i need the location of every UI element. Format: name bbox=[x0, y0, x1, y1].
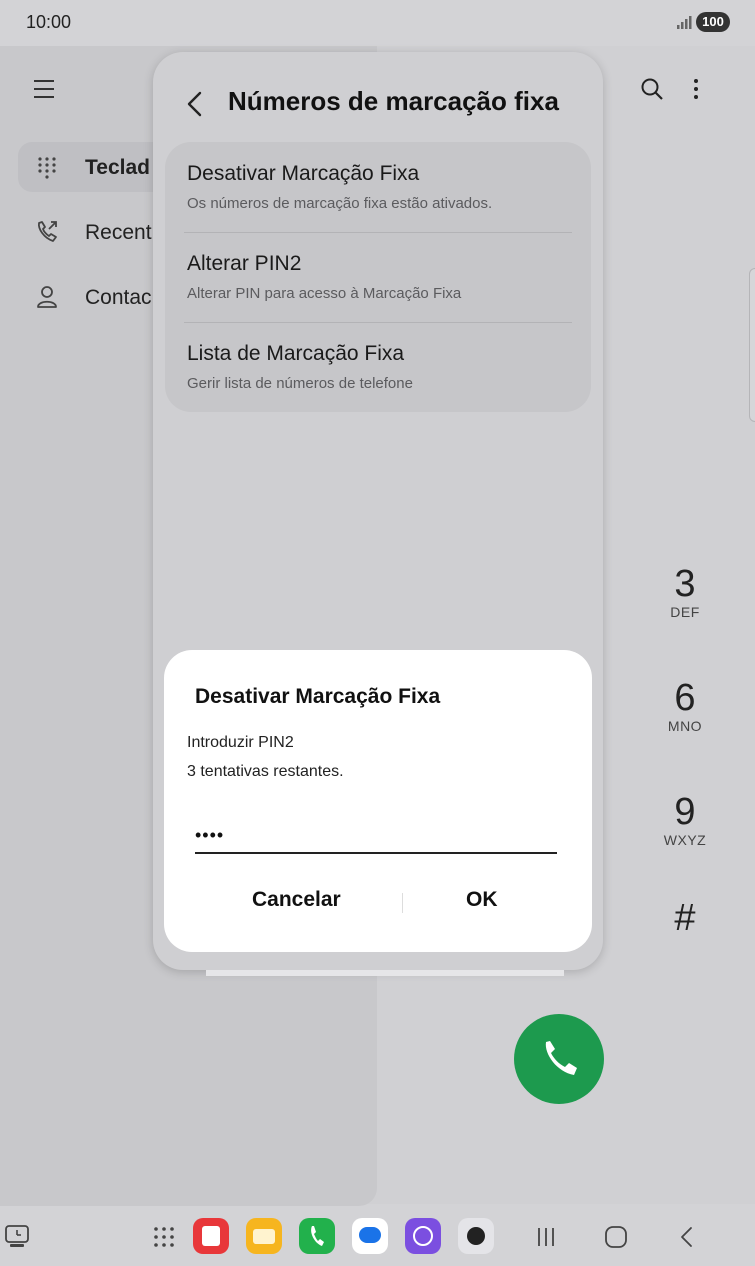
battery-icon: 100 bbox=[696, 12, 730, 32]
setting-title: Lista de Marcação Fixa bbox=[187, 342, 405, 365]
call-button[interactable] bbox=[514, 1014, 604, 1104]
camera-app-icon[interactable] bbox=[458, 1218, 494, 1254]
nav-item-label: Teclad bbox=[85, 156, 150, 179]
key-letters: MNO bbox=[667, 718, 703, 734]
setting-subtitle: Alterar PIN para acesso à Marcação Fixa bbox=[187, 285, 462, 302]
ok-button[interactable]: OK bbox=[466, 888, 498, 912]
key-digit: 6 bbox=[674, 677, 696, 719]
setting-subtitle: Os números de marcação fixa estão ativad… bbox=[187, 195, 493, 212]
key-letters: WXYZ bbox=[663, 832, 707, 848]
dialog-title: Desativar Marcação Fixa bbox=[195, 685, 441, 708]
phone-icon bbox=[545, 1041, 577, 1075]
dialpad-icon bbox=[38, 157, 56, 179]
search-icon[interactable] bbox=[640, 77, 664, 101]
popup-title: Números de marcação fixa bbox=[228, 86, 559, 116]
key-digit: 9 bbox=[674, 791, 696, 833]
settings-card: Desativar Marcação Fixa Os números de ma… bbox=[165, 142, 591, 412]
back-arrow-icon[interactable] bbox=[185, 90, 205, 118]
nav-item-label: Contac bbox=[85, 286, 152, 309]
setting-disable-fdn[interactable]: Desativar Marcação Fixa Os números de ma… bbox=[165, 142, 591, 232]
scroll-handle[interactable] bbox=[749, 268, 755, 422]
notes-app-icon[interactable] bbox=[193, 1218, 229, 1254]
apps-grid-icon[interactable] bbox=[152, 1225, 176, 1249]
home-icon[interactable] bbox=[601, 1222, 631, 1252]
browser-app-icon[interactable] bbox=[405, 1218, 441, 1254]
recents-icon bbox=[38, 221, 57, 242]
keypad-key-3[interactable]: 3 DEF bbox=[655, 564, 715, 620]
recent-apps-icon[interactable] bbox=[532, 1222, 562, 1252]
setting-title: Desativar Marcação Fixa bbox=[187, 162, 420, 185]
pin2-input[interactable] bbox=[195, 818, 557, 854]
dialog-message: Introduzir PIN2 bbox=[187, 734, 294, 751]
status-time: 10:00 bbox=[26, 12, 72, 32]
nav-item-label: Recent bbox=[85, 221, 152, 244]
files-app-icon[interactable] bbox=[246, 1218, 282, 1254]
menu-icon[interactable] bbox=[33, 78, 57, 100]
setting-subtitle: Gerir lista de números de telefone bbox=[187, 375, 413, 392]
more-options-icon[interactable] bbox=[690, 77, 702, 101]
keypad-key-6[interactable]: 6 MNO bbox=[655, 678, 715, 734]
pin2-dialog: Desativar Marcação Fixa Introduzir PIN2 … bbox=[164, 650, 592, 952]
key-digit: 3 bbox=[674, 563, 696, 605]
back-icon[interactable] bbox=[672, 1222, 702, 1252]
key-letters: DEF bbox=[670, 604, 700, 620]
bottom-bar bbox=[0, 1206, 755, 1266]
key-digit: # bbox=[674, 897, 696, 939]
setting-change-pin2[interactable]: Alterar PIN2 Alterar PIN para acesso à M… bbox=[165, 232, 591, 322]
popup-resize-bar[interactable] bbox=[206, 970, 564, 976]
cancel-button[interactable]: Cancelar bbox=[252, 888, 341, 912]
setting-title: Alterar PIN2 bbox=[187, 252, 302, 275]
dialog-attempts: 3 tentativas restantes. bbox=[187, 763, 344, 780]
status-bar: 10:00 100 bbox=[0, 0, 755, 46]
phone-app-icon[interactable] bbox=[299, 1218, 335, 1254]
keypad-key-hash[interactable]: # bbox=[655, 898, 715, 938]
signal-icon bbox=[677, 16, 692, 29]
keypad-key-9[interactable]: 9 WXYZ bbox=[655, 792, 715, 848]
messages-app-icon[interactable] bbox=[352, 1218, 388, 1254]
contacts-icon bbox=[37, 286, 57, 308]
setting-fdn-list[interactable]: Lista de Marcação Fixa Gerir lista de nú… bbox=[165, 322, 591, 412]
button-divider bbox=[402, 893, 403, 913]
taskbar-toggle-icon[interactable] bbox=[4, 1224, 32, 1250]
